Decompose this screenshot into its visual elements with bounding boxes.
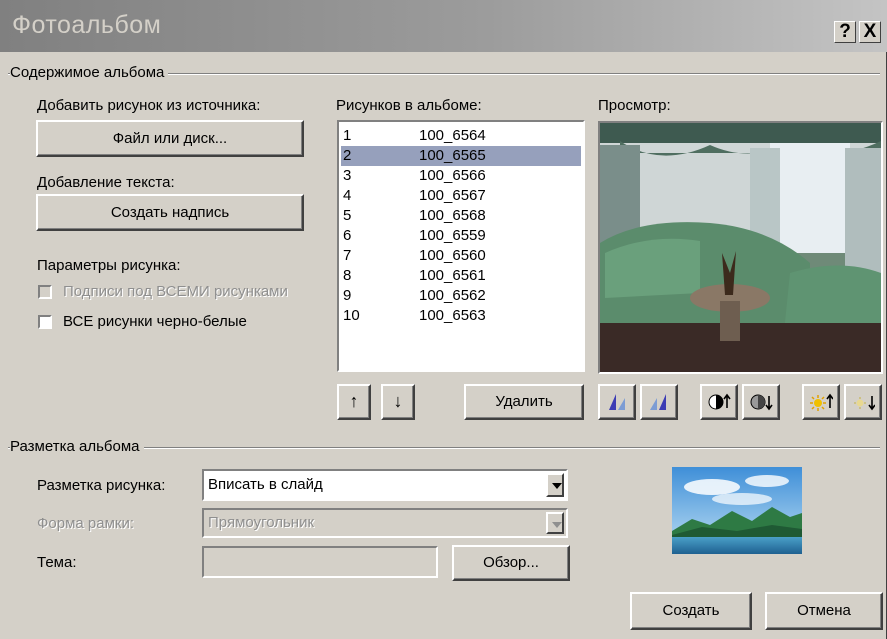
frame-shape-select: Прямоугольник [202,508,568,538]
add-text-label: Добавление текста: [37,174,175,191]
list-item[interactable]: 1 100_6564 [341,126,581,146]
picture-layout-label: Разметка рисунка: [37,477,166,494]
list-item[interactable]: 7 100_6560 [341,246,581,266]
brightness-down-icon [854,396,875,411]
list-item-filename: 100_6559 [419,227,486,244]
list-item-filename: 100_6566 [419,167,486,184]
captions-checkbox-label: Подписи под ВСЕМИ рисунками [63,283,288,300]
arrow-up-icon: ↑ [349,391,359,412]
preview-image [598,121,883,374]
contrast-down-icon [750,394,773,411]
list-item-number: 9 [343,287,352,304]
list-item-number: 10 [343,307,360,324]
list-item[interactable]: 5 100_6568 [341,206,581,226]
move-up-button[interactable]: ↑ [337,384,371,420]
brightness-down-button[interactable] [844,384,882,420]
preview-label: Просмотр: [598,97,671,114]
picture-options-label: Параметры рисунка: [37,257,181,274]
list-item-number: 4 [343,187,352,204]
rotate-left-icon [609,394,625,410]
contrast-up-button[interactable] [700,384,738,420]
list-item-number: 5 [343,207,352,224]
list-item-number: 6 [343,227,352,244]
browse-button-label: Обзор... [483,554,539,572]
landscape-thumbnail-image [672,467,802,554]
file-or-disk-button-label: Файл или диск... [112,129,228,147]
list-item-number: 2 [343,147,352,164]
file-or-disk-button[interactable]: Файл или диск... [36,120,304,157]
list-item-filename: 100_6565 [419,147,486,164]
layout-preview-thumbnail [672,467,802,554]
contrast-up-icon [708,393,731,410]
list-item[interactable]: 6 100_6559 [341,226,581,246]
list-item[interactable]: 10 100_6563 [341,306,581,326]
captions-checkbox [38,285,52,299]
picture-layout-value: Вписать в слайд [208,476,323,493]
help-button[interactable]: ? [834,21,856,43]
list-item-number: 3 [343,167,352,184]
chevron-down-icon[interactable] [546,473,564,497]
frame-shape-label: Форма рамки: [37,515,135,532]
photo-album-dialog: Фотоальбом ? X Содержимое альбома Добави… [0,0,887,639]
pictures-in-album-label: Рисунков в альбоме: [336,97,482,114]
create-button[interactable]: Создать [630,592,752,630]
move-down-button[interactable]: ↓ [381,384,415,420]
window-title: Фотоальбом [12,11,162,39]
black-white-checkbox[interactable] [38,315,52,329]
list-item-selected[interactable]: 2 100_6565 [341,146,581,166]
list-item[interactable]: 4 100_6567 [341,186,581,206]
list-item-number: 8 [343,267,352,284]
title-bar[interactable]: Фотоальбом ? X [0,0,887,52]
living-room-photo [600,123,881,372]
add-picture-label: Добавить рисунок из источника: [37,97,261,114]
cancel-button[interactable]: Отмена [765,592,883,630]
browse-button[interactable]: Обзор... [452,545,570,581]
brightness-up-button[interactable] [802,384,840,420]
list-item[interactable]: 9 100_6562 [341,286,581,306]
create-button-label: Создать [662,602,720,620]
arrow-down-icon: ↓ [393,391,403,412]
chevron-down-icon [546,512,564,534]
content-group-label: Содержимое альбома [10,64,169,81]
list-item-filename: 100_6563 [419,307,486,324]
contrast-down-button[interactable] [742,384,780,420]
list-item-filename: 100_6561 [419,267,486,284]
list-item[interactable]: 8 100_6561 [341,266,581,286]
black-white-checkbox-label[interactable]: ВСЕ рисунки черно-белые [63,313,247,330]
pictures-listbox[interactable]: 1 100_6564 2 100_6565 3 100_6566 4 100_6567 … [337,120,585,372]
rotate-right-icon [650,394,666,410]
list-item-filename: 100_6560 [419,247,486,264]
theme-label: Тема: [37,554,77,571]
frame-shape-value: Прямоугольник [208,514,315,531]
brightness-up-icon [810,393,833,411]
close-button[interactable]: X [859,21,881,43]
rotate-right-button[interactable] [640,384,678,420]
picture-layout-select[interactable]: Вписать в слайд [202,469,568,501]
cancel-button-label: Отмена [797,602,851,620]
list-item-filename: 100_6567 [419,187,486,204]
list-item-filename: 100_6562 [419,287,486,304]
list-item-number: 1 [343,127,352,144]
delete-button-label: Удалить [495,393,553,411]
layout-group-label: Разметка альбома [10,438,144,455]
list-item-filename: 100_6564 [419,127,486,144]
list-item-filename: 100_6568 [419,207,486,224]
delete-button[interactable]: Удалить [464,384,584,420]
create-textbox-button-label: Создать надпись [110,203,230,221]
list-item[interactable]: 3 100_6566 [341,166,581,186]
theme-field[interactable] [202,546,438,578]
list-item-number: 7 [343,247,352,264]
create-textbox-button[interactable]: Создать надпись [36,194,304,231]
rotate-left-button[interactable] [598,384,636,420]
